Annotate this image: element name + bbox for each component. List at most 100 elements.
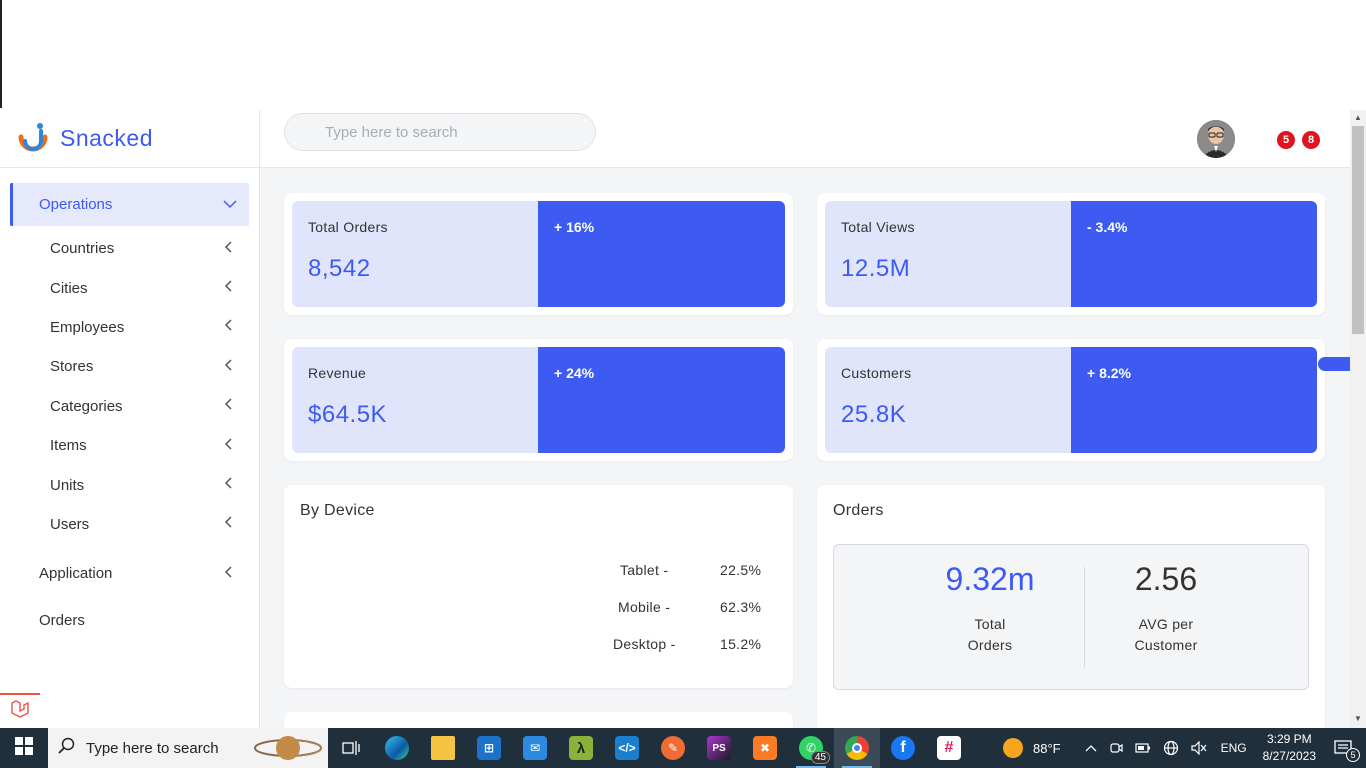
meet-now-icon[interactable] bbox=[1109, 741, 1123, 755]
avg-label-line2: Customer bbox=[1134, 637, 1198, 653]
sidebar-item-cities[interactable]: Cities bbox=[0, 268, 259, 307]
language-text: ENG bbox=[1220, 741, 1247, 755]
message-badge[interactable]: 8 bbox=[1302, 131, 1320, 149]
settings-drawer-tab[interactable] bbox=[1318, 357, 1350, 371]
stat-value: 25.8K bbox=[841, 401, 907, 428]
sidebar-item-operations[interactable]: Operations bbox=[10, 183, 249, 226]
avg-label-line1: AVG per bbox=[1138, 616, 1194, 632]
stat-change: + 24% bbox=[554, 365, 595, 381]
sidebar: Snacked Operations Countries Cities Empl… bbox=[0, 110, 260, 728]
orders-card: Orders 9.32m Total Orders 2.56 AVG per C… bbox=[817, 485, 1325, 728]
stat-card-total-views: Total Views 12.5M - 3.4% bbox=[817, 193, 1325, 315]
phpstorm-icon[interactable]: PS bbox=[696, 728, 742, 768]
weather-widget[interactable]: 88°F bbox=[1002, 738, 1061, 758]
stat-card-right: - 3.4% bbox=[1071, 201, 1317, 307]
sidebar-item-stores[interactable]: Stores bbox=[0, 347, 259, 386]
sidebar-item-label: Items bbox=[50, 437, 87, 455]
language-indicator[interactable]: ENG bbox=[1221, 741, 1247, 755]
sidebar-item-label: Units bbox=[50, 476, 85, 494]
sidebar-item-application[interactable]: Application bbox=[0, 550, 259, 597]
scrollbar-thumb[interactable] bbox=[1352, 126, 1364, 334]
total-orders-value: 9.32m bbox=[945, 561, 1035, 597]
mail-icon[interactable]: ✉ bbox=[512, 728, 558, 768]
device-label: Desktop - bbox=[613, 636, 676, 652]
system-tray: 88°F ENG 3:29 PM 8/27/2023 5 bbox=[997, 728, 1366, 768]
brand-logo-icon bbox=[15, 121, 49, 157]
sidebar-item-countries[interactable]: Countries bbox=[0, 229, 259, 268]
stat-card-left: Total Views 12.5M bbox=[825, 201, 1071, 307]
by-device-card: By Device Tablet - 22.5% Mobile - 62.3% … bbox=[284, 485, 793, 688]
slack-icon[interactable]: # bbox=[926, 728, 972, 768]
window-edge bbox=[0, 0, 2, 108]
brand-name: Snacked bbox=[60, 125, 154, 151]
chevron-left-icon bbox=[224, 437, 232, 455]
stat-change: + 16% bbox=[554, 219, 595, 235]
chevron-up-icon[interactable] bbox=[1085, 744, 1097, 752]
top-header: 5 8 bbox=[260, 110, 1350, 168]
sidebar-item-orders[interactable]: Orders bbox=[0, 597, 259, 644]
sidebar-item-items[interactable]: Items bbox=[0, 426, 259, 465]
scroll-down-icon[interactable]: ▼ bbox=[1354, 714, 1362, 723]
notification-badge[interactable]: 5 bbox=[1277, 131, 1295, 149]
sun-icon bbox=[1002, 738, 1023, 758]
sidebar-item-label: Categories bbox=[50, 397, 123, 415]
device-value: 62.3% bbox=[720, 599, 762, 615]
divider bbox=[1084, 567, 1085, 667]
file-explorer-icon[interactable] bbox=[420, 728, 466, 768]
taskbar-search-placeholder: Type here to search bbox=[86, 739, 219, 757]
device-label: Mobile - bbox=[618, 599, 671, 615]
chevron-left-icon bbox=[224, 476, 232, 494]
stat-label: Revenue bbox=[308, 365, 367, 381]
lambda-icon[interactable]: λ bbox=[558, 728, 604, 768]
stat-card-customers: Customers 25.8K + 8.2% bbox=[817, 339, 1325, 461]
clock[interactable]: 3:29 PM 8/27/2023 bbox=[1263, 731, 1316, 765]
stat-card-left: Total Orders 8,542 bbox=[292, 201, 538, 307]
whatsapp-icon[interactable]: ✆ 45 bbox=[788, 728, 834, 768]
task-view-icon[interactable] bbox=[328, 728, 374, 768]
stat-card-right: + 16% bbox=[538, 201, 785, 307]
user-avatar[interactable] bbox=[1197, 120, 1235, 158]
brand[interactable]: Snacked bbox=[0, 110, 259, 168]
page-scrollbar[interactable]: ▲ ▼ bbox=[1350, 110, 1366, 728]
network-globe-icon[interactable] bbox=[1163, 740, 1179, 756]
weather-temp: 88°F bbox=[1032, 740, 1061, 756]
start-button[interactable] bbox=[0, 728, 48, 768]
total-orders-label-line2: Orders bbox=[967, 637, 1013, 653]
device-label: Tablet - bbox=[620, 562, 669, 578]
stat-card-right: + 24% bbox=[538, 347, 785, 453]
laravel-debug-button[interactable] bbox=[0, 693, 40, 728]
sidebar-item-users[interactable]: Users bbox=[0, 505, 259, 544]
store-icon[interactable]: ⊞ bbox=[466, 728, 512, 768]
volume-muted-icon[interactable] bbox=[1190, 741, 1207, 755]
stat-card-right: + 8.2% bbox=[1071, 347, 1317, 453]
sidebar-item-units[interactable]: Units bbox=[0, 465, 259, 504]
postman-icon[interactable]: ✎ bbox=[650, 728, 696, 768]
chevron-left-icon bbox=[224, 318, 232, 336]
xampp-icon[interactable]: ✖ bbox=[742, 728, 788, 768]
sidebar-nav: Operations Countries Cities Employees St… bbox=[0, 168, 259, 644]
sidebar-item-label: Countries bbox=[50, 240, 115, 258]
clock-time: 3:29 PM bbox=[1266, 732, 1312, 746]
vscode-icon[interactable]: </> bbox=[604, 728, 650, 768]
scroll-up-icon[interactable]: ▲ bbox=[1354, 113, 1362, 122]
sidebar-item-employees[interactable]: Employees bbox=[0, 308, 259, 347]
search-highlight-planet-icon[interactable] bbox=[248, 728, 328, 768]
stat-value: $64.5K bbox=[308, 401, 388, 428]
stat-value: 12.5M bbox=[841, 255, 911, 282]
sidebar-item-label: Orders bbox=[39, 612, 85, 630]
avg-per-customer-value: 2.56 bbox=[1134, 561, 1198, 597]
device-value: 15.2% bbox=[720, 636, 762, 652]
facebook-icon[interactable]: f bbox=[880, 728, 926, 768]
notification-center-badge: 5 bbox=[1346, 748, 1360, 762]
search-input[interactable] bbox=[284, 113, 596, 151]
taskbar-search[interactable]: Type here to search bbox=[48, 728, 248, 768]
notification-center-icon[interactable]: 5 bbox=[1334, 740, 1360, 762]
orders-summary-box: 9.32m Total Orders 2.56 AVG per Customer bbox=[833, 544, 1309, 690]
sidebar-item-categories[interactable]: Categories bbox=[0, 387, 259, 426]
stat-label: Customers bbox=[841, 365, 912, 381]
stat-card-revenue: Revenue $64.5K + 24% bbox=[284, 339, 793, 461]
next-card-partial bbox=[284, 712, 793, 728]
battery-icon[interactable] bbox=[1134, 743, 1151, 753]
edge-icon[interactable] bbox=[374, 728, 420, 768]
chrome-icon[interactable] bbox=[834, 728, 880, 768]
